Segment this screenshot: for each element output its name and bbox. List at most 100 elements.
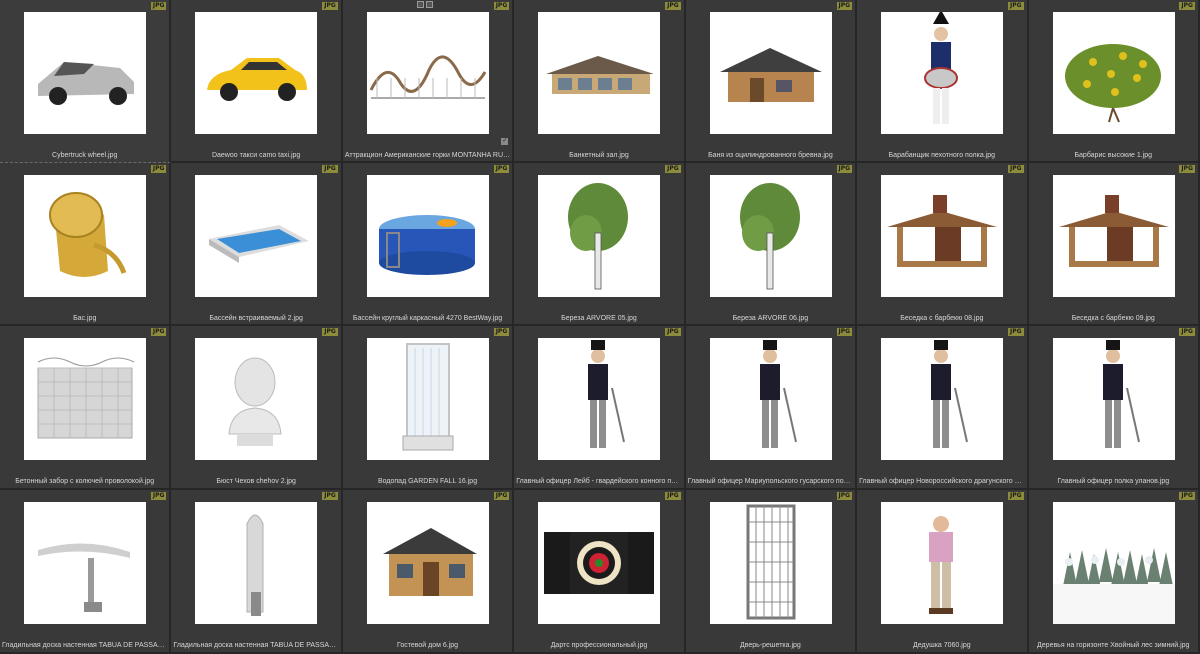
thumbnail-cell[interactable]: JPG Береза ARVORE 06.jpg <box>685 163 858 326</box>
grate-door-icon[interactable] <box>709 502 832 624</box>
file-type-badge: JPG <box>665 492 681 500</box>
thumbnail-cell[interactable]: JPG Главный офицер Новороссийского драгун… <box>857 326 1029 490</box>
tuba-icon[interactable] <box>24 175 146 297</box>
inground-pool-icon[interactable] <box>195 175 318 297</box>
file-type-badge: JPG <box>1179 165 1195 173</box>
file-type-badge: JPG <box>150 328 167 336</box>
file-name-label: Банкетный зал.jpg <box>569 152 629 159</box>
concrete-fence-icon[interactable] <box>24 338 146 460</box>
roller-coaster-icon[interactable] <box>366 12 489 134</box>
thumbnail-cell[interactable]: JPG Беседка с барбекю 09.jpg <box>1028 163 1200 326</box>
file-name-label: Главный офицер Новороссийского драгунско… <box>859 478 1024 485</box>
file-name-label: Баня из оцилиндрованного бревна.jpg <box>708 152 833 159</box>
dartboard-icon[interactable] <box>538 502 661 624</box>
file-type-badge: JPG <box>150 492 167 500</box>
taxi-car-icon[interactable] <box>195 12 318 134</box>
thumbnail-cell[interactable]: JPG Бюст Чехов chehov 2.jpg <box>171 326 343 490</box>
drummer-figure-icon[interactable] <box>881 12 1004 134</box>
file-name-label: Дверь-решетка.jpg <box>739 642 801 649</box>
gazebo-bbq-icon[interactable] <box>881 175 1004 297</box>
file-name-label: Гладильная доска настенная TABUA DE PASS… <box>2 642 168 649</box>
thumbnail-cell[interactable]: JPG Главный офицер Лейб - гвардейского ко… <box>514 326 686 490</box>
file-name-label: Бетонный забор с колючей проволокой.jpg <box>15 478 155 485</box>
banquet-hall-icon[interactable] <box>538 12 661 134</box>
file-type-badge: JPG <box>493 492 510 500</box>
file-name-label: Бас.jpg <box>73 315 97 322</box>
file-type-badge: JPG <box>836 492 853 500</box>
file-type-badge: JPG <box>1179 492 1195 500</box>
thumbnail-cell[interactable]: JPG Водопад GARDEN FALL 16.jpg <box>342 326 515 490</box>
thumbnail-cell[interactable]: JPG Бассейн круглый каркасный 4270 BestWa… <box>342 163 515 326</box>
file-name-label: Аттракцион Американские горки MONTANHA R… <box>344 152 511 159</box>
log-bathhouse-icon[interactable] <box>709 12 832 134</box>
gazebo-bbq-icon[interactable] <box>1052 175 1175 297</box>
file-name-label: Береза ARVORE 06.jpg <box>732 315 809 322</box>
officer-figure-icon[interactable] <box>881 338 1004 460</box>
thumbnail-cell[interactable]: JPG Баня из оцилиндрованного бревна.jpg <box>685 0 858 163</box>
file-type-badge: JPG <box>150 165 167 173</box>
file-name-label: Бюст Чехов chehov 2.jpg <box>216 478 296 485</box>
thumbnail-cell[interactable]: JPG Беседка с барбекю 08.jpg <box>857 163 1029 326</box>
file-type-badge: JPG <box>665 165 681 173</box>
square-icon[interactable] <box>416 1 424 8</box>
file-type-badge: JPG <box>836 2 853 10</box>
officer-figure-icon[interactable] <box>1052 338 1175 460</box>
birch-tree-icon[interactable] <box>538 175 661 297</box>
file-type-badge: JPG <box>493 2 510 10</box>
thumbnail-cell[interactable]: JPG Главный офицер Мариупольского гусарск… <box>685 326 858 490</box>
thumbnail-cell[interactable]: JPG Барбарис высокие 1.jpg <box>1028 0 1200 163</box>
officer-figure-icon[interactable] <box>538 338 661 460</box>
file-type-badge: JPG <box>322 492 338 500</box>
officer-figure-icon[interactable] <box>709 338 832 460</box>
thumbnail-cell[interactable]: JPG Барабанщик пехотного полка.jpg <box>857 0 1029 163</box>
file-type-badge: JPG <box>1007 2 1024 10</box>
thumbnail-cell[interactable]: JPG Бассейн встраиваемый 2.jpg <box>171 163 343 326</box>
winter-forest-icon[interactable] <box>1052 502 1175 624</box>
file-type-badge: JPG <box>322 165 338 173</box>
file-name-label: Главный офицер Мариупольского гусарского… <box>687 478 854 485</box>
thumbnail-cell[interactable]: JPG Дверь-решетка.jpg <box>685 490 858 654</box>
file-type-badge: JPG <box>1007 492 1024 500</box>
pickup-truck-icon[interactable] <box>24 12 146 134</box>
round-pool-icon[interactable] <box>366 175 489 297</box>
file-type-badge: JPG <box>493 328 510 336</box>
thumbnail-cell[interactable]: JPG Дартс профессиональный.jpg <box>514 490 686 654</box>
water-wall-icon[interactable] <box>366 338 489 460</box>
thumbnail-cell[interactable]: JPG Daewoo такси camo taxi.jpg <box>171 0 343 163</box>
file-name-label: Гостевой дом 6.jpg <box>397 642 459 649</box>
file-type-badge: JPG <box>1007 165 1024 173</box>
thumbnail-cell[interactable]: JPG Гостевой дом 6.jpg <box>342 490 515 654</box>
edit-icon[interactable] <box>425 1 433 8</box>
file-type-badge: JPG <box>493 165 510 173</box>
checkbox-icon[interactable]: ✓ <box>501 138 509 145</box>
file-type-badge: JPG <box>322 328 338 336</box>
bust-icon[interactable] <box>195 338 318 460</box>
file-name-label: Бассейн встраиваемый 2.jpg <box>209 315 303 322</box>
thumbnail-cell[interactable]: JPG Главный офицер полка уланов.jpg <box>1028 326 1200 490</box>
wall-ironing-board-icon[interactable] <box>24 502 146 624</box>
thumbnail-cell[interactable]: JPG Бас.jpg <box>0 163 172 326</box>
thumbnail-cell[interactable]: JPG Береза ARVORE 05.jpg <box>514 163 686 326</box>
file-name-label: Дартс профессиональный.jpg <box>550 642 648 649</box>
file-name-label: Дедушка 7060.jpg <box>913 642 971 649</box>
thumbnail-cell[interactable]: JPG Cybertruck wheel.jpg <box>0 0 172 163</box>
file-type-badge: JPG <box>150 2 167 10</box>
thumbnail-cell[interactable]: JPG Бетонный забор с колючей проволокой.j… <box>0 326 172 490</box>
grandpa-figure-icon[interactable] <box>881 502 1004 624</box>
barberry-bush-icon[interactable] <box>1052 12 1175 134</box>
file-type-badge: JPG <box>322 2 338 10</box>
thumbnail-cell[interactable]: JPG Гладильная доска настенная TABUA DE P… <box>0 490 172 654</box>
file-name-label: Деревья на горизонте Хвойный лес зимний.… <box>1037 642 1190 649</box>
thumbnail-cell[interactable]: JPG Дедушка 7060.jpg <box>857 490 1029 654</box>
thumbnail-cell[interactable]: JPG Банкетный зал.jpg <box>514 0 686 163</box>
file-name-label: Водопад GARDEN FALL 16.jpg <box>378 478 478 485</box>
thumbnail-cell[interactable]: JPG Деревья на горизонте Хвойный лес зимн… <box>1028 490 1200 654</box>
thumbnail-cell[interactable]: JPG Гладильная доска настенная TABUA DE P… <box>171 490 343 654</box>
file-name-label: Главный офицер полка уланов.jpg <box>1057 478 1170 485</box>
thumbnail-cell[interactable]: JPG ✓ Аттракцион Американские горки MONTAN… <box>342 0 515 163</box>
ironing-board-icon[interactable] <box>195 502 318 624</box>
file-name-label: Daewoo такси camo taxi.jpg <box>211 152 301 159</box>
file-type-badge: JPG <box>836 328 853 336</box>
guest-house-icon[interactable] <box>366 502 489 624</box>
birch-tree-icon[interactable] <box>709 175 832 297</box>
